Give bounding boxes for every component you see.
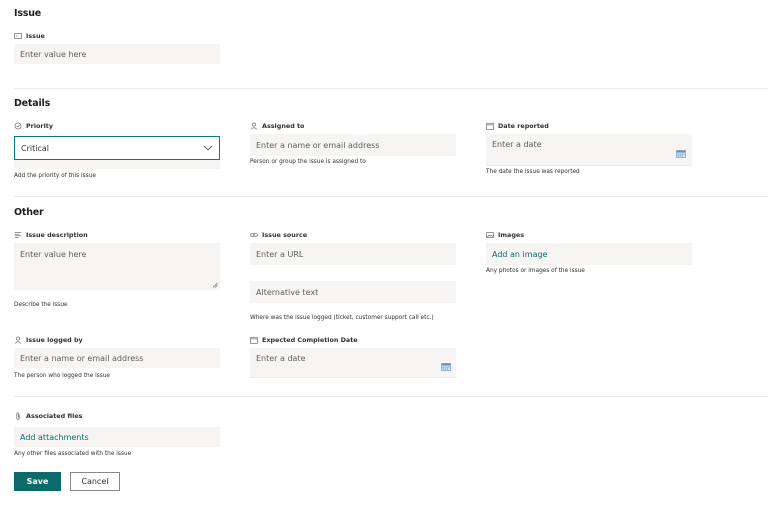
divider bbox=[14, 196, 768, 197]
assigned-to-input[interactable]: Enter a name or email address bbox=[250, 134, 456, 156]
priority-label-text: Priority bbox=[26, 122, 53, 130]
add-attachments-button[interactable]: Add attachments bbox=[14, 427, 220, 447]
issue-description-help: Describe the issue bbox=[14, 302, 68, 308]
priority-help: Add the priority of this issue bbox=[14, 173, 96, 179]
issue-source-label-text: Issue source bbox=[262, 231, 308, 239]
divider bbox=[14, 88, 768, 89]
expected-completion-label-text: Expected Completion Date bbox=[262, 336, 358, 344]
text-lines-icon bbox=[14, 232, 22, 238]
issue-source-label: Issue source bbox=[250, 231, 307, 239]
image-icon bbox=[486, 232, 494, 238]
person-icon bbox=[250, 122, 258, 130]
cancel-button[interactable]: Cancel bbox=[70, 472, 120, 491]
assigned-to-help: Person or group the issue is assigned to bbox=[250, 159, 366, 165]
expected-completion-input[interactable]: Enter a date bbox=[250, 348, 456, 378]
date-reported-input[interactable]: Enter a date bbox=[486, 134, 692, 166]
status-circle-icon bbox=[14, 122, 22, 130]
chevron-down-icon bbox=[203, 145, 213, 151]
priority-dropdown[interactable]: Critical bbox=[14, 136, 220, 160]
date-reported-label: Date reported bbox=[486, 122, 549, 130]
assigned-to-label: Assigned to bbox=[250, 122, 304, 130]
issue-logged-by-label-text: Issue logged by bbox=[26, 336, 83, 344]
calendar-icon bbox=[250, 336, 258, 344]
assigned-to-label-text: Assigned to bbox=[262, 122, 305, 130]
date-picker-calendar-icon[interactable] bbox=[676, 150, 686, 158]
link-icon bbox=[250, 233, 258, 237]
issue-description-textarea[interactable]: Enter value here bbox=[14, 243, 220, 290]
section-title-issue: Issue bbox=[14, 8, 42, 19]
section-title-details: Details bbox=[14, 98, 51, 109]
resize-grip-icon[interactable] bbox=[212, 282, 218, 288]
divider bbox=[14, 396, 768, 397]
issue-description-label-text: Issue description bbox=[26, 231, 88, 239]
issue-label-text: Issue bbox=[26, 32, 45, 40]
date-reported-label-text: Date reported bbox=[498, 122, 549, 130]
save-button[interactable]: Save bbox=[14, 472, 61, 491]
issue-source-url-input[interactable]: Enter a URL bbox=[250, 243, 456, 265]
priority-selected-value: Critical bbox=[21, 143, 49, 153]
issue-input[interactable]: Enter value here bbox=[14, 44, 220, 64]
person-icon bbox=[14, 336, 22, 344]
issue-description-label: Issue description bbox=[14, 231, 88, 239]
associated-files-label-text: Associated files bbox=[26, 412, 83, 420]
date-picker-calendar-icon[interactable] bbox=[441, 363, 451, 371]
issue-logged-by-input[interactable]: Enter a name or email address bbox=[14, 348, 220, 368]
paperclip-icon bbox=[16, 412, 20, 420]
textbox-icon bbox=[14, 33, 22, 39]
section-title-other: Other bbox=[14, 207, 44, 218]
add-image-button[interactable]: Add an image bbox=[486, 243, 692, 265]
issue-logged-by-help: The person who logged the issue bbox=[14, 373, 110, 379]
images-label: Images bbox=[486, 231, 524, 239]
priority-field-bottom bbox=[14, 160, 220, 169]
issue-source-alt-text-input[interactable]: Alternative text bbox=[250, 281, 456, 303]
issue-label: Issue bbox=[14, 32, 45, 40]
images-label-text: Images bbox=[498, 231, 525, 239]
images-help: Any photos or images of the issue bbox=[486, 268, 585, 274]
issue-logged-by-label: Issue logged by bbox=[14, 336, 83, 344]
issue-source-help: Where was the issue logged (ticket, cust… bbox=[250, 315, 434, 321]
calendar-icon bbox=[486, 122, 494, 130]
priority-label: Priority bbox=[14, 122, 53, 130]
date-reported-help: The date the issue was reported bbox=[486, 169, 580, 175]
expected-completion-label: Expected Completion Date bbox=[250, 336, 358, 344]
associated-files-help: Any other files associated with the issu… bbox=[14, 451, 132, 457]
associated-files-label: Associated files bbox=[14, 412, 83, 420]
